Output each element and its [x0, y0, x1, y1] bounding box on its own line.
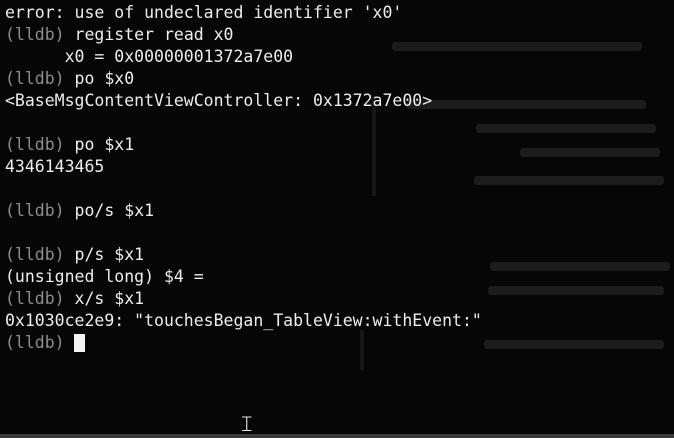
output-text: x0 = 0x00000001372a7e00: [5, 47, 294, 66]
output-line: (unsigned long) $4 =: [5, 266, 674, 288]
command-text: po $x1: [64, 135, 135, 154]
command-line: (lldb) po $x1: [5, 134, 674, 156]
input-line[interactable]: (lldb): [5, 332, 674, 354]
output-line: 0x1030ce2e9: "touchesBegan_TableView:wit…: [5, 310, 674, 332]
command-text: register read x0: [64, 25, 234, 44]
command-line: (lldb) po/s $x1: [5, 200, 674, 222]
output-text: (unsigned long) $4 =: [5, 267, 204, 286]
output-line: x0 = 0x00000001372a7e00: [5, 46, 674, 68]
lldb-prompt: (lldb): [5, 69, 65, 88]
window-bottom-edge: [0, 434, 674, 438]
console-output: error: use of undeclared identifier 'x0'…: [5, 2, 674, 354]
output-text: 0x1030ce2e9: "touchesBegan_TableView:wit…: [5, 311, 482, 330]
lldb-prompt: (lldb): [5, 25, 65, 44]
lldb-prompt: (lldb): [5, 289, 65, 308]
command-text: x/s $x1: [64, 289, 145, 308]
lldb-prompt: (lldb): [5, 333, 65, 352]
command-line: (lldb) p/s $x1: [5, 244, 674, 266]
command-line: (lldb) register read x0: [5, 24, 674, 46]
command-text: po/s $x1: [64, 201, 155, 220]
output-line: error: use of undeclared identifier 'x0': [5, 2, 674, 24]
lldb-prompt: (lldb): [5, 245, 65, 264]
output-text: 4346143465: [5, 157, 105, 176]
command-line: (lldb) po $x0: [5, 68, 674, 90]
lldb-prompt: (lldb): [5, 135, 65, 154]
command-text: p/s $x1: [64, 245, 145, 264]
output-text: <BaseMsgContentViewController: 0x1372a7e…: [5, 91, 433, 110]
lldb-prompt: (lldb): [5, 201, 65, 220]
command-line: (lldb) x/s $x1: [5, 288, 674, 310]
output-line: <BaseMsgContentViewController: 0x1372a7e…: [5, 90, 674, 112]
command-text: po $x0: [64, 69, 135, 88]
block-cursor: [73, 334, 85, 352]
output-line: 4346143465: [5, 156, 674, 178]
lldb-console[interactable]: error: use of undeclared identifier 'x0'…: [0, 0, 674, 438]
output-text: error: use of undeclared identifier 'x0': [5, 3, 403, 22]
